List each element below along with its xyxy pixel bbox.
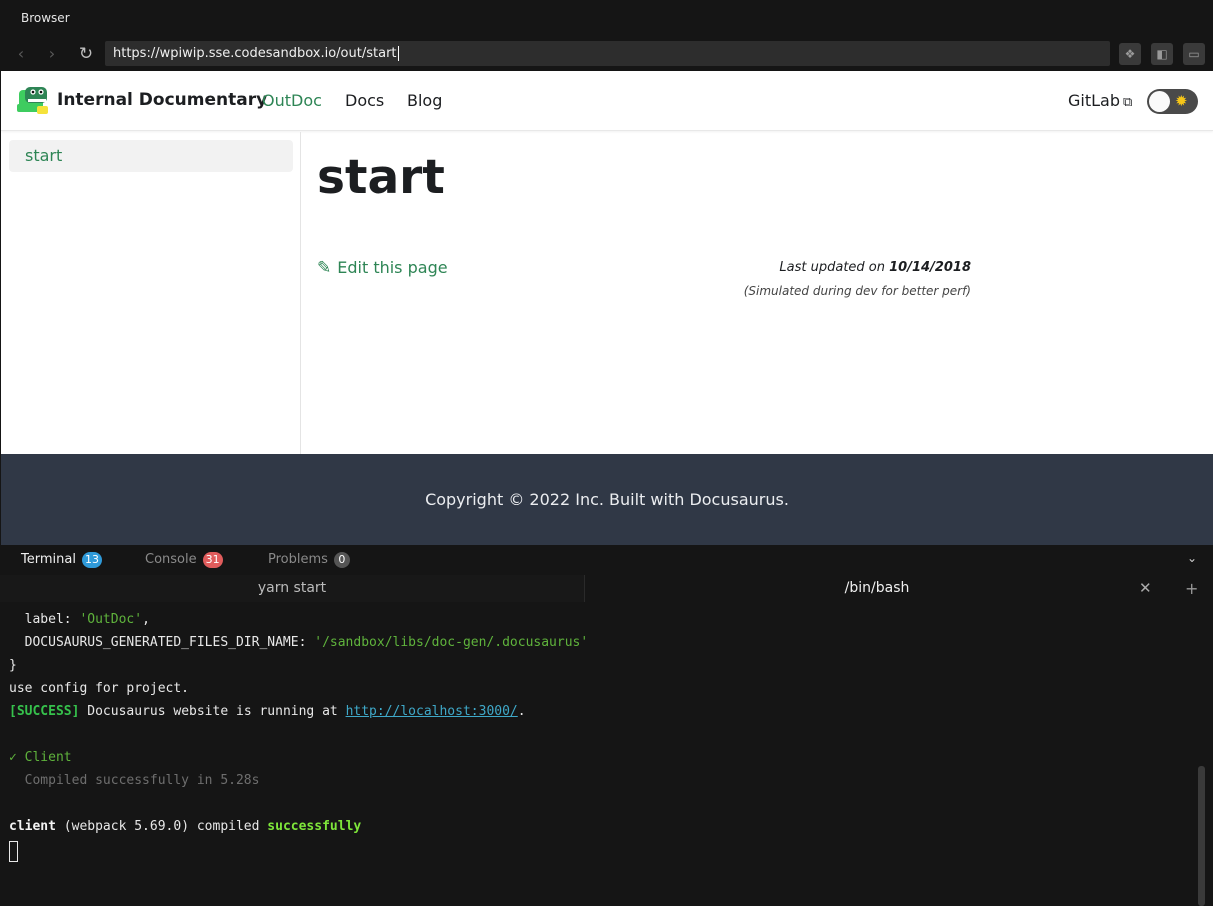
tab-terminal-label: Terminal	[21, 552, 76, 567]
browser-title-bar: Browser	[0, 0, 1213, 36]
url-input[interactable]: https://wpiwip.sse.codesandbox.io/out/st…	[105, 41, 1110, 66]
terminal-scrollbar[interactable]	[1198, 766, 1205, 906]
terminal-text: (webpack 5.69.0) compiled	[55, 819, 268, 834]
terminal-string: 'OutDoc'	[79, 612, 143, 627]
terminal-count-badge: 13	[81, 552, 102, 568]
terminal-tab-bar: yarn start /bin/bash ✕ +	[0, 575, 1213, 602]
dinosaur-logo-icon[interactable]	[17, 86, 49, 116]
footer-copyright: Copyright © 2022 Inc. Built with Docusau…	[425, 490, 789, 509]
terminal-string: '/sandbox/libs/doc-gen/.docusaurus'	[314, 635, 589, 650]
terminal-line: label: 'OutDoc',	[9, 612, 150, 627]
docs-sidebar: start	[1, 132, 301, 454]
nav-link-docs[interactable]: Docs	[345, 91, 384, 110]
devtools-icon[interactable]: ❖	[1119, 43, 1141, 65]
terminal-tab-yarn-start[interactable]: yarn start	[0, 575, 585, 602]
tab-problems[interactable]: Problems 0	[268, 552, 350, 568]
open-new-window-icon[interactable]: ◧	[1151, 43, 1173, 65]
sidebar-item-start[interactable]: start	[9, 140, 293, 172]
edit-page-link[interactable]: ✎ Edit this page	[317, 258, 448, 278]
fullscreen-icon[interactable]: ▭	[1183, 43, 1205, 65]
terminal-line: [SUCCESS] Docusaurus website is running …	[9, 704, 526, 719]
tab-problems-label: Problems	[268, 552, 328, 567]
forward-icon[interactable]: ›	[42, 44, 62, 64]
terminal-cursor	[9, 841, 18, 862]
nav-link-outdoc[interactable]: OutDoc	[262, 91, 322, 110]
chevron-down-icon[interactable]: ⌄	[1187, 551, 1197, 565]
site-page: Internal Documentary OutDoc Docs Blog Gi…	[1, 71, 1213, 454]
last-updated-prefix: Last updated on	[779, 260, 890, 275]
terminal-line: }	[9, 658, 17, 673]
problems-count-badge: 0	[333, 552, 350, 568]
terminal-line: client (webpack 5.69.0) compiled success…	[9, 819, 361, 834]
doc-content: start ✎ Edit this page Last updated on 10…	[317, 132, 1197, 454]
edit-link-label: Edit this page	[337, 258, 448, 277]
url-text: https://wpiwip.sse.codesandbox.io/out/st…	[113, 46, 397, 61]
last-updated-date: 10/14/2018	[889, 260, 971, 275]
terminal-line: use config for project.	[9, 681, 190, 696]
terminal-text: .	[517, 704, 526, 719]
pencil-icon: ✎	[317, 258, 332, 278]
terminal-text: Docusaurus website is running at	[79, 704, 346, 719]
terminal-text: DOCUSAURUS_GENERATED_FILES_DIR_NAME:	[9, 635, 315, 650]
gitlab-link[interactable]: GitLab ⧉	[1068, 91, 1132, 110]
last-updated-note: (Simulated during dev for better perf)	[743, 284, 971, 298]
site-brand[interactable]: Internal Documentary	[57, 90, 267, 110]
site-navbar: Internal Documentary OutDoc Docs Blog Gi…	[1, 71, 1213, 131]
close-icon[interactable]: ✕	[1139, 575, 1152, 602]
terminal-line: ✓ Client	[9, 750, 72, 765]
theme-toggle[interactable]: ✹	[1147, 89, 1198, 114]
gitlab-label: GitLab	[1068, 91, 1120, 110]
success-tag: [SUCCESS]	[9, 704, 80, 719]
tab-console[interactable]: Console 31	[145, 552, 223, 568]
tab-terminal[interactable]: Terminal 13	[21, 552, 102, 568]
sun-icon: ✹	[1175, 92, 1188, 110]
external-link-icon: ⧉	[1123, 95, 1133, 110]
terminal-text: label:	[9, 612, 80, 627]
tab-console-label: Console	[145, 552, 197, 567]
panel-tab-bar: Terminal 13 Console 31 Problems 0 ⌄	[0, 545, 1213, 575]
terminal-line: Compiled successfully in 5.28s	[9, 773, 260, 788]
site-footer: Copyright © 2022 Inc. Built with Docusau…	[1, 454, 1213, 545]
terminal-tab-bash[interactable]: /bin/bash	[586, 575, 1168, 602]
toggle-knob	[1149, 91, 1170, 112]
add-terminal-icon[interactable]: +	[1185, 575, 1198, 602]
back-icon[interactable]: ‹	[11, 44, 31, 64]
terminal-text: successfully	[267, 819, 362, 834]
terminal-text: ,	[142, 612, 150, 627]
reload-icon[interactable]: ↻	[76, 44, 96, 64]
page-title: start	[317, 150, 445, 205]
text-caret	[397, 46, 399, 61]
browser-toolbar: ‹ › ↻ https://wpiwip.sse.codesandbox.io/…	[0, 36, 1213, 71]
localhost-link[interactable]: http://localhost:3000/	[346, 704, 518, 719]
terminal-line: DOCUSAURUS_GENERATED_FILES_DIR_NAME: '/s…	[9, 635, 589, 650]
last-updated: Last updated on 10/14/2018	[779, 260, 971, 275]
terminal-text: client	[9, 819, 56, 834]
nav-link-blog[interactable]: Blog	[407, 91, 442, 110]
browser-title: Browser	[21, 11, 70, 25]
terminal-output[interactable]: label: 'OutDoc', DOCUSAURUS_GENERATED_FI…	[0, 602, 1213, 906]
console-count-badge: 31	[202, 552, 223, 568]
